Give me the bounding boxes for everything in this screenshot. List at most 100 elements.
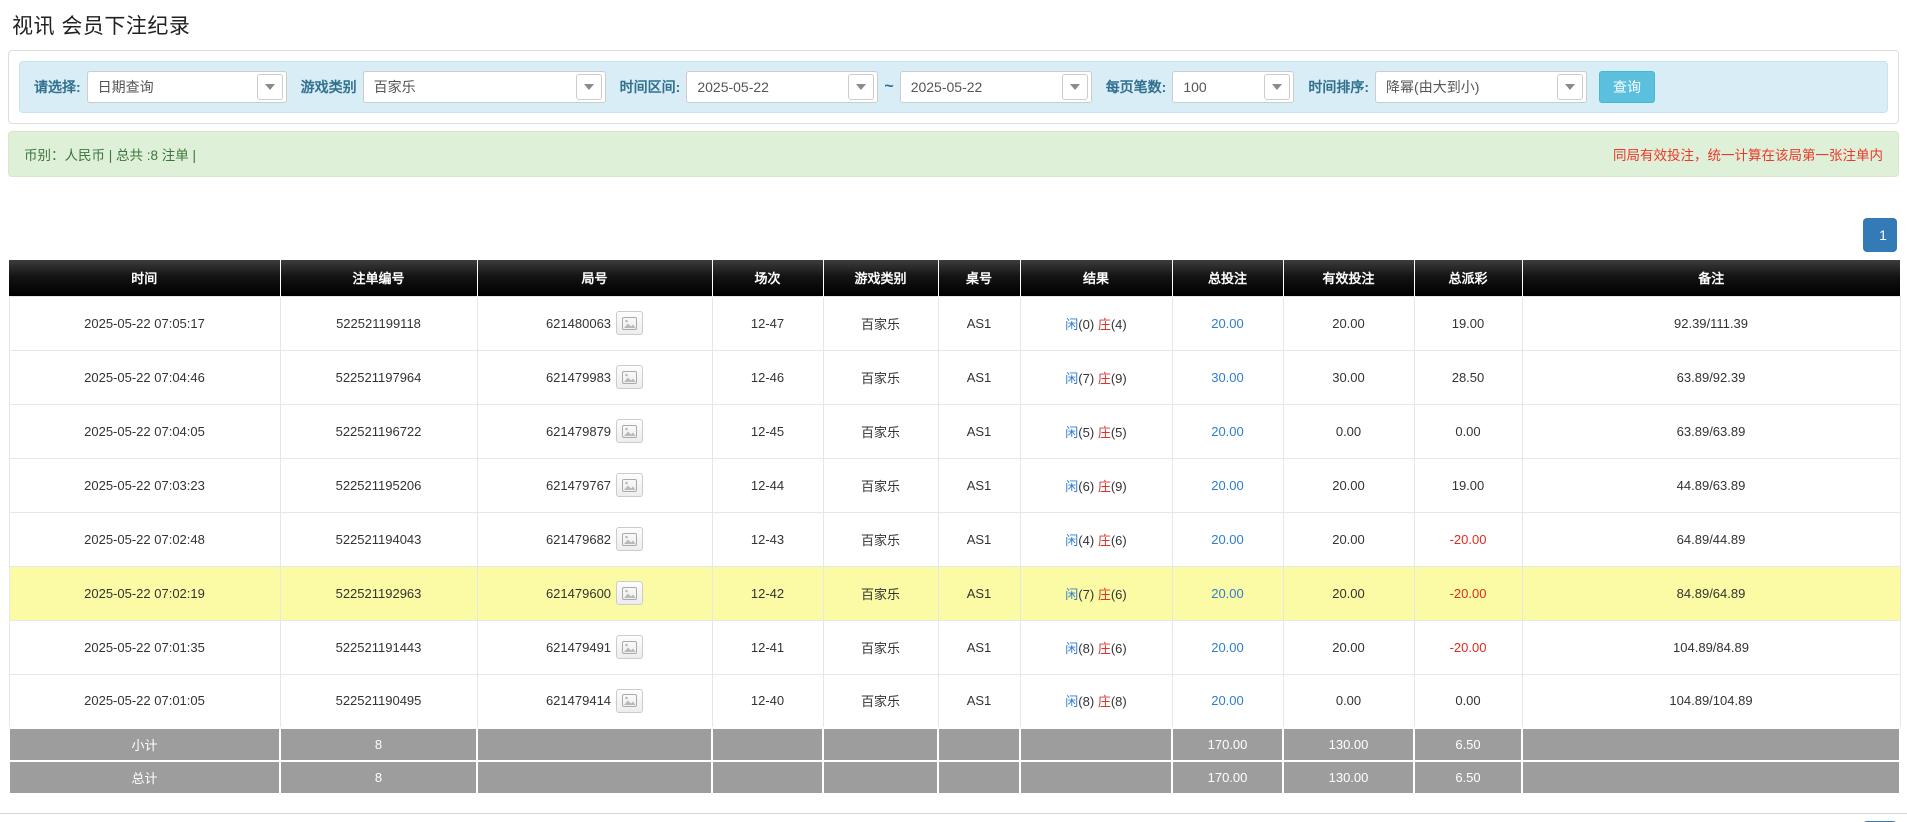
chevron-down-icon[interactable] — [1061, 74, 1088, 100]
total-bet-link[interactable]: 20.00 — [1211, 532, 1244, 547]
cell-table-no: AS1 — [937, 295, 1021, 351]
cell-bet-no: 522521199118 — [279, 295, 478, 351]
bottom-divider — [0, 813, 1907, 814]
cell-bet-no: 522521196722 — [279, 403, 478, 459]
chevron-down-icon[interactable] — [848, 74, 875, 100]
cell-valid-bet: 20.00 — [1282, 565, 1415, 621]
round-no-text: 621479983 — [545, 369, 612, 385]
cell-game: 百家乐 — [822, 673, 939, 729]
cell-bet-no: 522521192963 — [279, 565, 478, 621]
result-player-score: (6) — [1078, 478, 1095, 494]
cell-session: 12-42 — [711, 565, 824, 621]
total-bet-link[interactable]: 20.00 — [1211, 424, 1244, 439]
result-player-score: (7) — [1078, 370, 1095, 386]
cell-total-bet: 20.00 — [1171, 673, 1284, 729]
game-result-icon[interactable] — [616, 419, 644, 443]
result-banker: 庄 — [1097, 694, 1111, 710]
chevron-down-icon[interactable] — [256, 74, 283, 100]
cell-bet-no: 522521191443 — [279, 619, 478, 675]
chevron-down-icon[interactable] — [1557, 74, 1584, 100]
game-category-value: 百家乐 — [373, 79, 416, 95]
query-type-select[interactable]: 日期查询 — [86, 71, 287, 103]
header-time: 时间 — [9, 260, 280, 296]
page-size-select[interactable]: 100 — [1172, 71, 1295, 103]
game-result-icon[interactable] — [616, 365, 644, 389]
cell-valid-bet: 20.00 — [1282, 511, 1415, 567]
total-bet-link[interactable]: 20.00 — [1211, 316, 1244, 331]
filter-panel: 请选择: 日期查询 游戏类别 百家乐 时间区间: 2025-05-22 ~ 20… — [8, 50, 1899, 124]
cell-game: 百家乐 — [822, 511, 939, 567]
cell-total-bet: 30.00 — [1171, 349, 1284, 405]
cell-remark: 64.89/44.89 — [1521, 511, 1901, 567]
pagination-top: 1 — [0, 218, 1897, 252]
cell-table-no: AS1 — [937, 457, 1021, 513]
cell-remark: 63.89/63.89 — [1521, 403, 1901, 459]
search-button[interactable]: 查询 — [1599, 71, 1656, 103]
result-player-score: (8) — [1078, 694, 1095, 710]
total-bet-link[interactable]: 20.00 — [1211, 586, 1244, 601]
result-player: 闲 — [1065, 370, 1079, 386]
bet-records-table: 时间 注单编号 局号 场次 游戏类别 桌号 结果 总投注 有效投注 总派彩 备注… — [8, 260, 1901, 795]
cell-time: 2025-05-22 07:02:48 — [8, 511, 281, 567]
cell-total-payout: 0.00 — [1413, 403, 1523, 459]
game-category-select[interactable]: 百家乐 — [362, 71, 606, 103]
header-round-no: 局号 — [476, 260, 712, 296]
game-result-icon[interactable] — [616, 581, 644, 605]
summary-bar: 币别：人民币 | 总共 :8 注单 | 同局有效投注，统一计算在该局第一张注单内 — [8, 131, 1899, 177]
cell-valid-bet: 0.00 — [1282, 403, 1415, 459]
cell-result: 闲(8) 庄(8) — [1019, 673, 1173, 729]
subtotal-count: 8 — [279, 727, 478, 762]
cell-table-no: AS1 — [937, 511, 1021, 567]
result-player: 闲 — [1065, 586, 1079, 602]
game-result-icon[interactable] — [616, 311, 644, 335]
currency-summary-text: 币别：人民币 | 总共 :8 注单 | — [24, 148, 197, 163]
cell-table-no: AS1 — [937, 403, 1021, 459]
table-row: 2025-05-22 07:01:35 522521191443 6214794… — [8, 619, 1901, 675]
cell-session: 12-47 — [711, 295, 824, 351]
game-result-icon[interactable] — [616, 635, 644, 659]
total-total-bet: 170.00 — [1171, 760, 1284, 795]
header-valid-bet: 有效投注 — [1282, 260, 1414, 296]
subtotal-label: 小计 — [8, 727, 281, 762]
cell-result: 闲(5) 庄(5) — [1019, 403, 1173, 459]
result-banker: 庄 — [1097, 532, 1111, 548]
date-from-select[interactable]: 2025-05-22 — [686, 71, 879, 103]
result-player: 闲 — [1065, 640, 1079, 656]
total-bet-link[interactable]: 30.00 — [1211, 370, 1244, 385]
cell-remark: 104.89/84.89 — [1521, 619, 1901, 675]
cell-bet-no: 522521194043 — [279, 511, 478, 567]
cell-game: 百家乐 — [822, 565, 939, 621]
game-result-icon[interactable] — [616, 527, 644, 551]
cell-total-bet: 20.00 — [1171, 403, 1284, 459]
cell-valid-bet: 20.00 — [1282, 295, 1415, 351]
sort-select[interactable]: 降幂(由大到小) — [1375, 71, 1588, 103]
date-to-select[interactable]: 2025-05-22 — [899, 71, 1092, 103]
cell-table-no: AS1 — [937, 565, 1021, 621]
filter-bar: 请选择: 日期查询 游戏类别 百家乐 时间区间: 2025-05-22 ~ 20… — [19, 61, 1888, 113]
cell-total-bet: 20.00 — [1171, 295, 1284, 351]
date-separator: ~ — [884, 78, 894, 95]
result-player-score: (7) — [1078, 586, 1095, 602]
cell-session: 12-40 — [711, 673, 824, 729]
chevron-down-icon[interactable] — [575, 74, 602, 100]
header-remark: 备注 — [1521, 260, 1900, 296]
total-bet-link[interactable]: 20.00 — [1211, 640, 1244, 655]
game-result-icon[interactable] — [616, 688, 644, 713]
cell-round-no: 621480063 — [476, 295, 713, 351]
date-to-value: 2025-05-22 — [910, 79, 983, 95]
total-bet-link[interactable]: 20.00 — [1211, 478, 1244, 493]
result-player: 闲 — [1065, 478, 1079, 494]
page-button-1[interactable]: 1 — [1863, 218, 1897, 252]
round-no-text: 621479879 — [545, 423, 612, 439]
cell-valid-bet: 30.00 — [1282, 349, 1415, 405]
cell-time: 2025-05-22 07:01:05 — [8, 673, 281, 729]
cell-remark: 44.89/63.89 — [1521, 457, 1901, 513]
table-row: 2025-05-22 07:02:48 522521194043 6214796… — [8, 511, 1901, 567]
chevron-down-icon[interactable] — [1264, 74, 1291, 100]
total-count: 8 — [279, 760, 478, 795]
result-banker-score: (9) — [1110, 478, 1127, 494]
header-session: 场次 — [711, 260, 823, 296]
total-valid-bet: 130.00 — [1282, 760, 1415, 795]
total-bet-link[interactable]: 20.00 — [1211, 693, 1244, 708]
game-result-icon[interactable] — [616, 473, 644, 497]
